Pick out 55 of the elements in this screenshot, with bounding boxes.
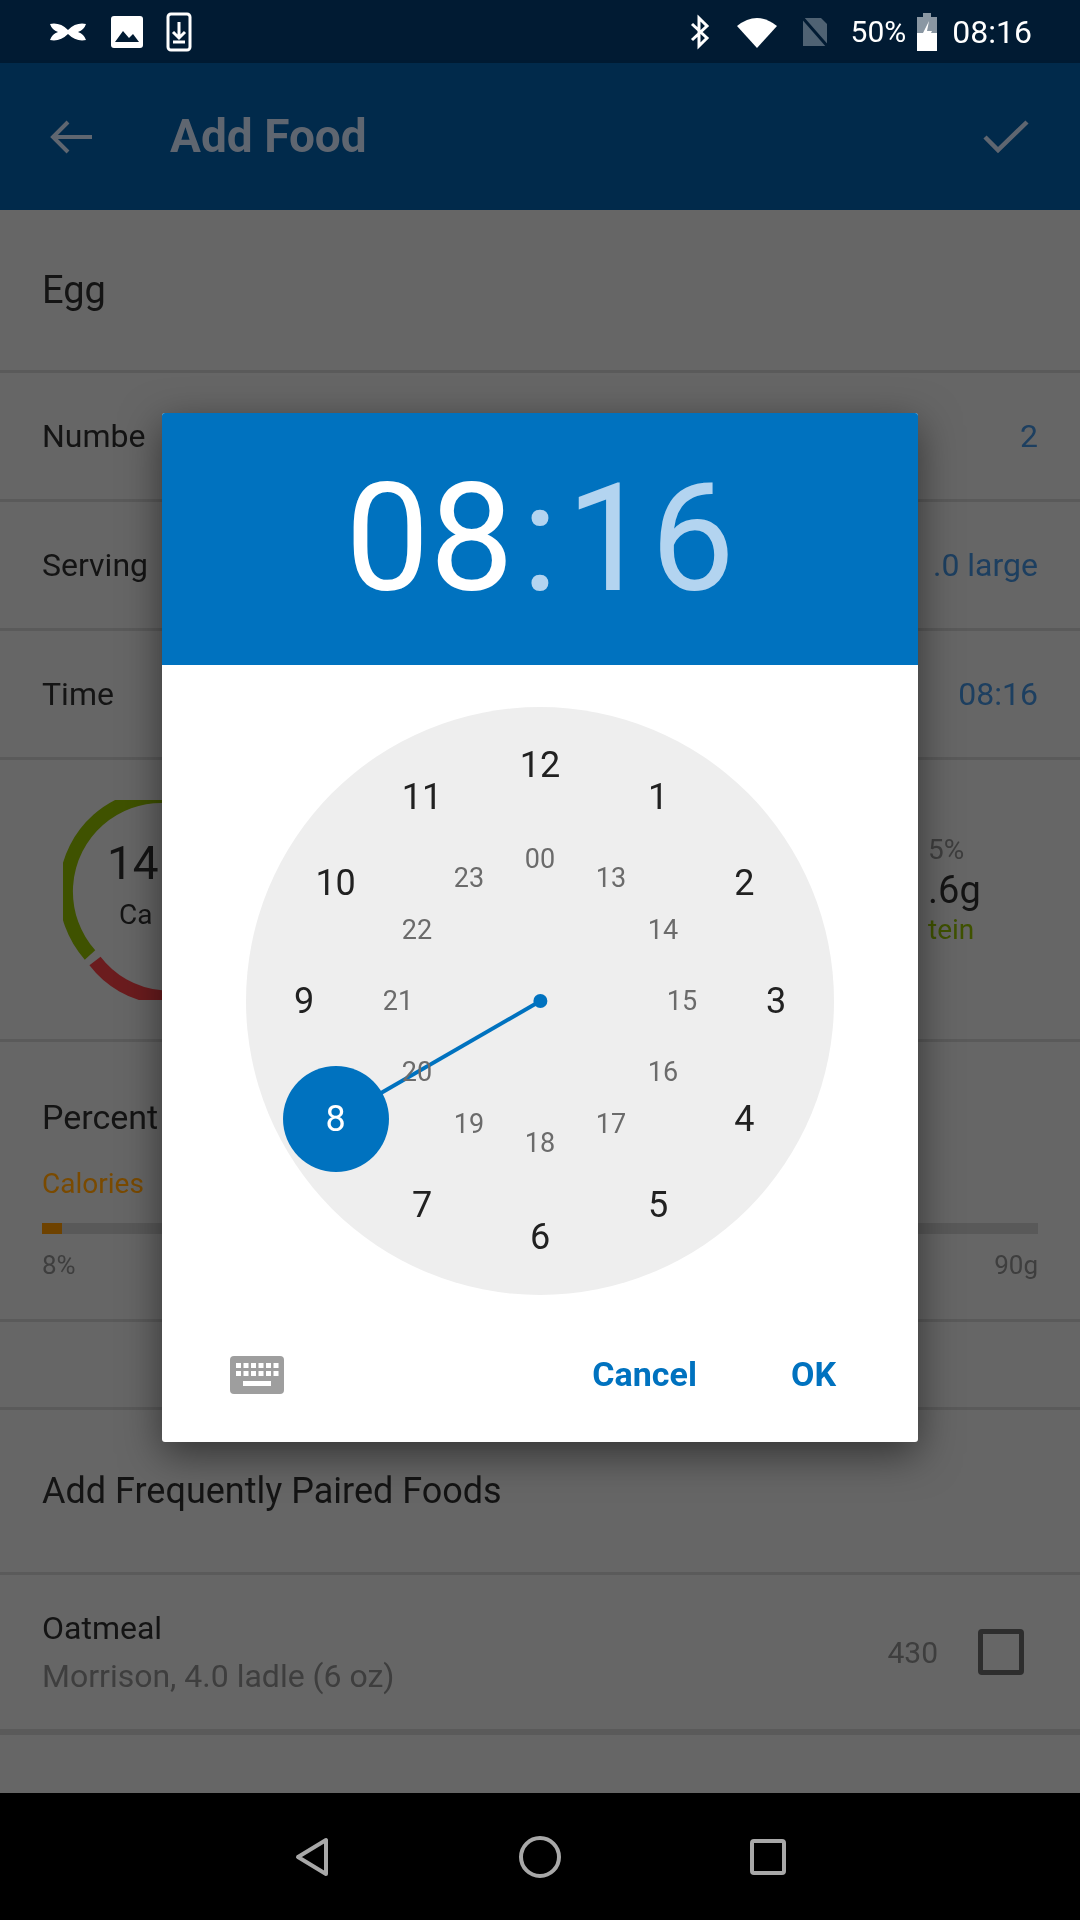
hour-number[interactable]: 21 [373, 976, 423, 1026]
check-icon[interactable] [982, 118, 1030, 155]
home-nav-icon[interactable] [518, 1834, 562, 1879]
protein-label: tein [928, 911, 975, 948]
hour-number[interactable]: 8 [282, 1066, 389, 1172]
hour-number[interactable]: 16 [637, 1047, 688, 1097]
hour-number[interactable]: 1 [628, 766, 688, 827]
hour-number[interactable]: 10 [305, 853, 366, 913]
back-icon[interactable] [50, 118, 94, 155]
dialog-button[interactable]: Cancel [578, 1339, 711, 1410]
back-nav-icon[interactable] [294, 1836, 330, 1877]
hour-number[interactable]: 14 [637, 905, 688, 955]
hour-number[interactable]: 23 [444, 853, 494, 903]
screen-title: Add Food [170, 108, 367, 165]
hour-number[interactable]: 6 [510, 1207, 570, 1267]
checkbox[interactable] [978, 1629, 1024, 1675]
dialog-button[interactable]: OK [776, 1339, 850, 1410]
row-label: Numbe [42, 416, 146, 457]
battery-icon [916, 12, 939, 51]
bar-label: Calories [42, 1166, 144, 1202]
wifi-icon [734, 15, 779, 48]
clock-time: 08:16 [952, 11, 1032, 53]
food-name: Egg [42, 266, 106, 314]
hour-number[interactable]: 18 [515, 1118, 565, 1168]
keyboard-icon[interactable] [230, 1355, 284, 1394]
hour-number[interactable]: 4 [714, 1089, 775, 1149]
bluetooth-icon [688, 13, 711, 50]
hour-display[interactable]: 08 [345, 464, 514, 614]
hour-number[interactable]: 00 [515, 834, 565, 884]
hour-number[interactable]: 13 [586, 853, 636, 903]
row-label: Time [42, 674, 114, 715]
hour-number[interactable]: 3 [746, 971, 806, 1031]
hour-number[interactable]: 15 [657, 976, 707, 1026]
hour-number[interactable]: 11 [392, 766, 452, 827]
download-icon [166, 11, 192, 52]
food-item-name: Oatmeal [42, 1608, 164, 1649]
hour-number[interactable]: 2 [714, 853, 775, 913]
hour-number[interactable]: 7 [392, 1175, 452, 1236]
image-icon [110, 14, 144, 49]
hour-number[interactable]: 5 [628, 1175, 688, 1236]
recents-nav-icon[interactable] [750, 1838, 786, 1875]
protein-value: .6g [928, 870, 981, 909]
section-title: Percent [42, 1096, 159, 1139]
row-label: Serving [42, 545, 148, 586]
time-separator: : [521, 464, 559, 614]
section-title: Add Frequently Paired Foods [42, 1469, 502, 1514]
battery-percent: 50% [850, 13, 907, 51]
hour-number[interactable]: 9 [274, 971, 334, 1031]
minute-display[interactable]: 16 [566, 464, 735, 614]
calorie-value: 14 [107, 839, 159, 886]
hour-number[interactable]: 12 [510, 735, 570, 795]
hour-number[interactable]: 22 [392, 905, 442, 955]
hour-number[interactable]: 19 [444, 1098, 494, 1149]
hour-number[interactable]: 17 [586, 1098, 636, 1149]
calorie-label: Ca [119, 896, 153, 933]
